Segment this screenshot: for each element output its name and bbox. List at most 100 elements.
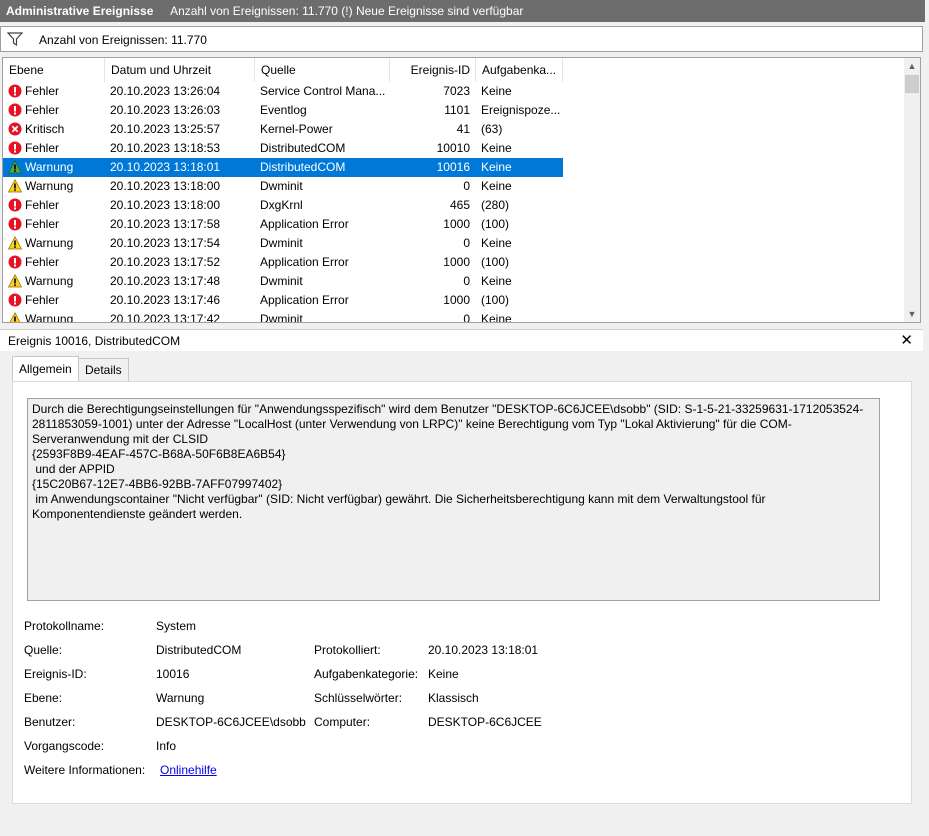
source-label: Quelle: [24,643,63,657]
event-list[interactable]: Ebene Datum und Uhrzeit Quelle Ereignis-… [2,57,921,323]
cell-date: 20.10.2023 13:25:57 [110,122,221,136]
more-info-label: Weitere Informationen: [24,763,146,777]
cell-level: Fehler [8,101,103,120]
column-header-task-category[interactable]: Aufgabenka... [476,58,563,82]
tab-details[interactable]: Details [78,358,129,382]
table-row[interactable]: Kritisch 20.10.2023 13:25:57 Kernel-Power 4… [3,120,563,139]
table-row[interactable]: Fehler 20.10.2023 13:17:46 Application Err… [3,291,563,310]
filter-icon[interactable] [7,32,23,46]
filter-bar: Anzahl von Ereignissen: 11.770 [0,26,923,52]
cell-date: 20.10.2023 13:18:53 [110,141,221,155]
event-description[interactable]: Durch die Berechtigungseinstellungen für… [27,398,880,601]
level-text: Warnung [25,274,74,288]
table-row[interactable]: Warnung 20.10.2023 13:18:00 Dwminit 0 Keine [3,177,563,196]
critical-icon [8,122,22,136]
cell-task-category: Keine [481,179,512,193]
online-help-link[interactable]: Onlinehilfe [160,763,217,777]
logged-label: Protokolliert: [314,643,381,657]
warning-icon [9,312,21,322]
table-row[interactable]: Warnung 20.10.2023 13:17:48 Dwminit 0 Keine [3,272,563,291]
cell-source: Dwminit [260,312,303,323]
table-row[interactable]: Warnung 20.10.2023 13:17:42 Dwminit 0 Keine [3,310,563,323]
level-label: Ebene: [24,691,63,705]
cell-level: Fehler [8,196,103,215]
scroll-down-icon[interactable]: ▼ [904,306,920,322]
column-header-source[interactable]: Quelle [255,58,390,82]
cell-level: Warnung [8,177,103,196]
warning-icon [8,179,22,193]
warning-icon [8,160,22,174]
warning-icon [8,236,22,250]
cell-date: 20.10.2023 13:17:42 [110,312,221,323]
cell-source: Application Error [260,217,349,231]
table-row[interactable]: Fehler 20.10.2023 13:17:52 Application Err… [3,253,563,272]
cell-date: 20.10.2023 13:17:58 [110,217,221,231]
column-header-level[interactable]: Ebene [3,58,105,82]
cell-event-id: 1000 [443,255,470,269]
error-icon [8,217,22,231]
cell-date: 20.10.2023 13:18:00 [110,198,221,212]
cell-source: Application Error [260,255,349,269]
cell-event-id: 0 [463,236,470,250]
level-text: Warnung [25,236,74,250]
filter-count: Anzahl von Ereignissen: 11.770 [39,33,207,47]
cell-date: 20.10.2023 13:17:52 [110,255,221,269]
cell-date: 20.10.2023 13:17:46 [110,293,221,307]
cell-level: Fehler [8,82,103,101]
level-text: Warnung [25,179,74,193]
cell-source: Service Control Mana... [260,84,386,98]
opcode-value: Info [156,739,177,753]
level-text: Warnung [25,160,74,174]
cell-date: 20.10.2023 13:26:03 [110,103,221,117]
cell-level: Warnung [8,234,103,253]
log-name-value: System [156,619,197,633]
view-title: Administrative Ereignisse [6,4,154,18]
cell-task-category: Keine [481,141,512,155]
user-label: Benutzer: [24,715,76,729]
cell-task-category: (63) [481,122,503,136]
general-panel: Durch die Berechtigungseinstellungen für… [12,381,912,804]
detail-title: Ereignis 10016, DistributedCOM [8,334,181,348]
cell-task-category: Ereignispoze... [481,103,561,117]
cell-event-id: 0 [463,179,470,193]
cell-level: Fehler [8,291,103,310]
cell-source: Dwminit [260,274,303,288]
cell-task-category: Keine [481,84,512,98]
cell-source: Kernel-Power [260,122,333,136]
level-text: Warnung [25,312,74,323]
table-row[interactable]: Fehler 20.10.2023 13:18:53 DistributedCOM 1… [3,139,563,158]
list-scrollbar[interactable]: ▲ ▼ [904,58,920,322]
scroll-up-icon[interactable]: ▲ [904,58,920,74]
scroll-thumb[interactable] [905,75,919,93]
cell-level: Warnung [8,272,103,291]
level-text: Fehler [25,84,60,98]
error-icon [8,141,22,155]
log-name-label: Protokollname: [24,619,105,633]
table-row-selected[interactable]: Warnung 20.10.2023 13:18:01 DistributedCOM… [3,158,563,177]
table-row[interactable]: Fehler 20.10.2023 13:17:58 Application Err… [3,215,563,234]
cell-event-id: 7023 [443,84,470,98]
cell-event-id: 1000 [443,293,470,307]
close-icon[interactable]: ✕ [900,330,913,352]
computer-label: Computer: [314,715,371,729]
error-icon [8,198,22,212]
column-header-event-id[interactable]: Ereignis-ID [390,58,476,82]
table-row[interactable]: Fehler 20.10.2023 13:26:04 Service Control… [3,82,563,101]
task-category-label: Aufgabenkategorie: [314,667,419,681]
column-header-date[interactable]: Datum und Uhrzeit [105,58,255,82]
error-icon [8,103,22,117]
cell-level: Warnung [8,158,103,177]
cell-event-id: 41 [456,122,470,136]
table-row[interactable]: Fehler 20.10.2023 13:26:03 Eventlog 1101 Ere… [3,101,563,120]
detail-header: Ereignis 10016, DistributedCOM ✕ [0,329,923,351]
event-id-value: 10016 [156,667,190,681]
level-text: Kritisch [25,122,65,136]
cell-event-id: 10010 [436,141,470,155]
table-row[interactable]: Warnung 20.10.2023 13:17:54 Dwminit 0 Keine [3,234,563,253]
level-text: Fehler [25,198,60,212]
tab-general[interactable]: Allgemein [12,356,79,381]
cell-event-id: 465 [449,198,470,212]
table-row[interactable]: Fehler 20.10.2023 13:18:00 DxgKrnl 465 (280) [3,196,563,215]
logged-value: 20.10.2023 13:18:01 [428,643,539,657]
cell-task-category: Keine [481,312,512,323]
